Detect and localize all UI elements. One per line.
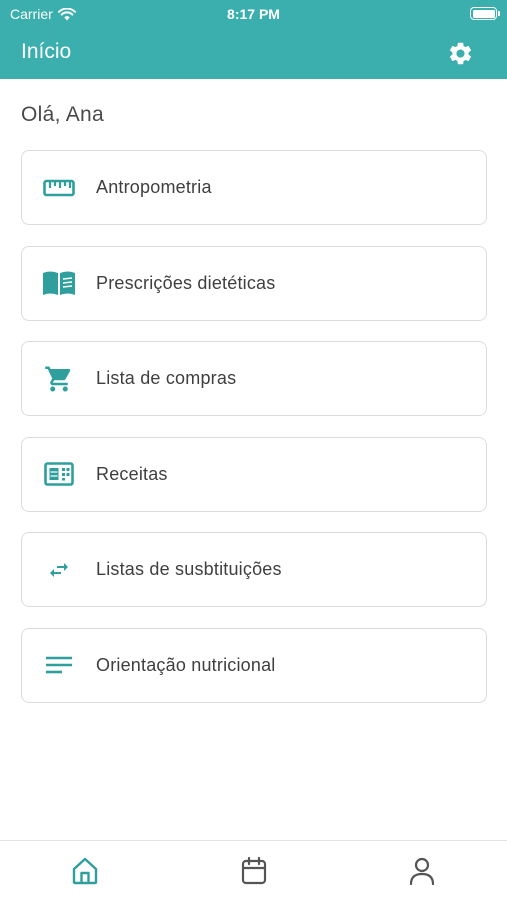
home-icon [72,857,98,885]
menu-item-label: Lista de compras [96,368,237,388]
menu-item-listas-de-substituicoes[interactable]: Listas de susbtituições [21,532,487,607]
notes-lines-icon [42,648,76,682]
menu-item-label: Orientação nutricional [96,654,276,675]
tab-home[interactable] [68,854,102,888]
book-icon [42,266,76,300]
tab-calendar[interactable] [237,854,271,888]
menu-item-label: Receitas [96,463,168,484]
recipe-card-icon [42,457,76,491]
gear-icon [449,42,472,65]
app-header: Carrier 8:17 PM Início [0,0,507,79]
user-icon [409,857,435,886]
menu-item-label: Listas de susbtituições [96,559,282,579]
tab-profile[interactable] [405,854,439,888]
menu-item-label: Antropometria [96,177,212,197]
menu-item-receitas[interactable]: Receitas [21,436,487,512]
shopping-cart-icon [42,362,76,396]
status-time: 8:17 PM [227,6,280,22]
menu-item-antropometria[interactable]: Antropometria [21,150,487,225]
menu-item-prescricoes-dieteticas[interactable]: Prescrições dietéticas [21,245,487,321]
menu-item-lista-de-compras[interactable]: Lista de compras [21,341,487,416]
settings-button[interactable] [447,40,474,67]
ruler-icon [42,171,76,205]
status-bar: Carrier 8:17 PM [0,0,507,28]
greeting-text: Olá, Ana [21,103,104,126]
menu-item-label: Prescrições dietéticas [96,272,276,293]
main-menu: Antropometria Prescrições dietéticas Lis… [21,150,487,723]
page-title: Início [21,40,72,63]
calendar-icon [241,856,267,885]
swap-arrows-icon [42,553,76,587]
menu-item-orientacao-nutricional[interactable]: Orientação nutricional [21,627,487,703]
battery-full-icon [470,7,500,20]
tab-bar [0,840,507,900]
